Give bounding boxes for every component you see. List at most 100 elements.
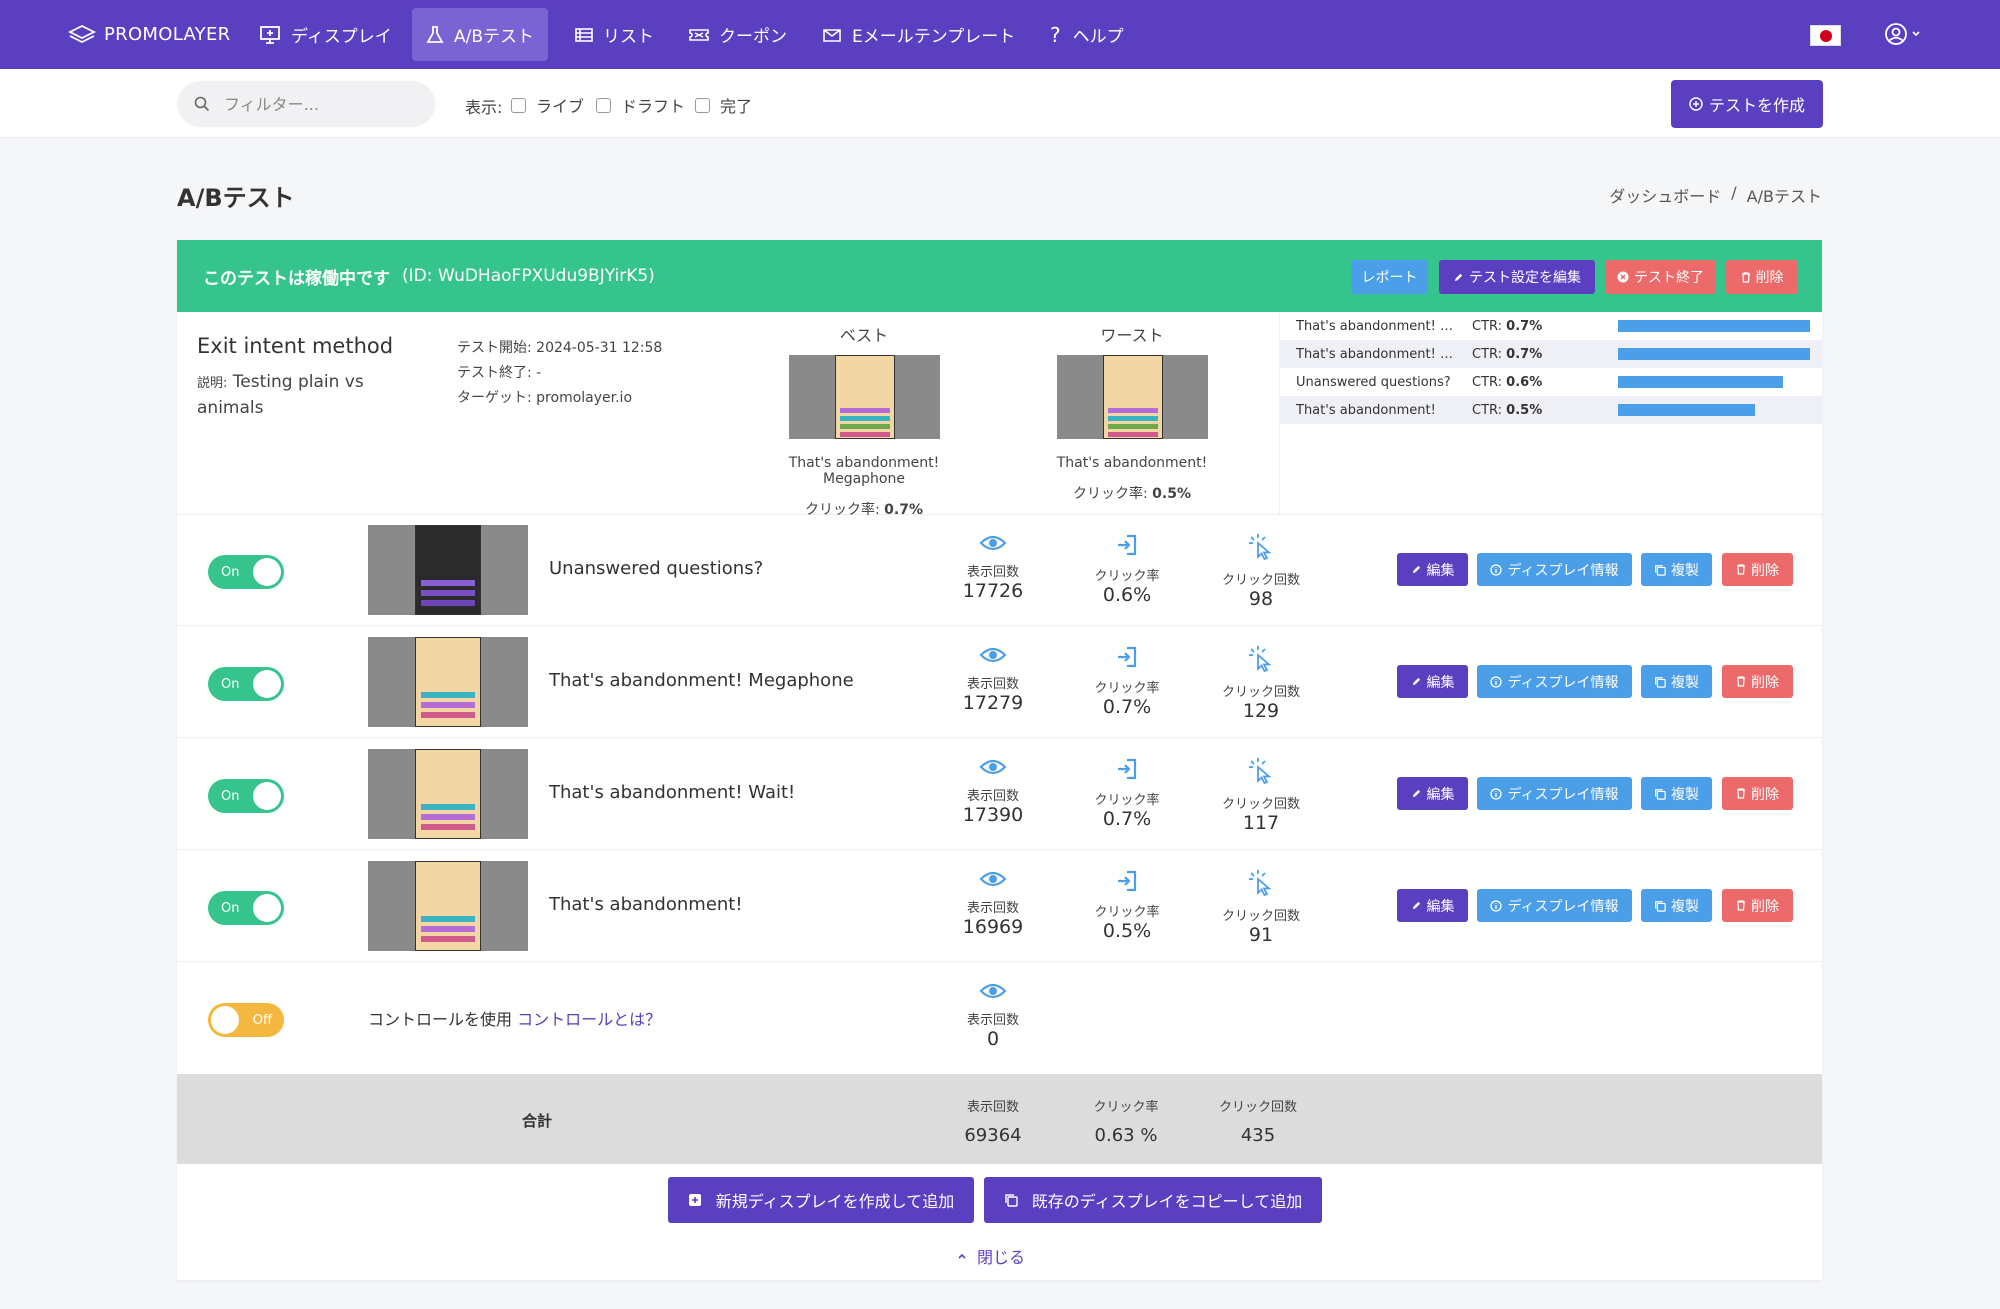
user-menu[interactable] — [1884, 22, 1921, 46]
ctr-row-value: CTR: 0.6% — [1472, 375, 1542, 390]
delete-variant-button[interactable]: 削除 — [1722, 665, 1793, 698]
nav-item-help[interactable]: ? ヘルプ — [1036, 8, 1138, 61]
variant-toggle[interactable]: On — [208, 779, 284, 813]
variant-thumbnail[interactable] — [368, 861, 528, 951]
variant-clicks-stat: クリック回数 98 — [1201, 533, 1321, 610]
collapse-button[interactable]: 閉じる — [957, 1244, 1025, 1268]
create-test-button[interactable]: テストを作成 — [1671, 80, 1823, 128]
display-info-button[interactable]: ディスプレイ情報 — [1477, 777, 1632, 810]
variant-ctr-stat: クリック率 0.5% — [1067, 869, 1187, 942]
nav-item-list[interactable]: リスト — [561, 8, 668, 61]
nav-item-ab-test[interactable]: A/Bテスト — [412, 8, 549, 61]
what-is-control-link[interactable]: コントロールとは？ — [517, 1010, 661, 1029]
filter-bar: 表示: ライブ ドラフト 完了 テストを作成 — [0, 69, 2000, 138]
end-test-button[interactable]: テスト終了 — [1605, 260, 1716, 294]
breadcrumb-dashboard[interactable]: ダッシュボード — [1609, 183, 1721, 207]
copy-icon — [1005, 1194, 1018, 1207]
worst-variant: ワースト That's abandonment! クリック率: 0.5% — [1022, 322, 1242, 503]
ctr-row-value: CTR: 0.5% — [1472, 403, 1542, 418]
ctr-row: Unanswered questions? CTR: 0.6% — [1280, 368, 1823, 396]
delete-variant-button[interactable]: 削除 — [1722, 553, 1793, 586]
add-new-display-button[interactable]: 新規ディスプレイを作成して追加 — [668, 1177, 974, 1223]
trash-icon — [1741, 271, 1750, 283]
popup-preview — [415, 861, 481, 951]
edit-variant-button[interactable]: 編集 — [1397, 553, 1468, 586]
variant-thumbnail[interactable] — [368, 749, 528, 839]
duplicate-variant-button[interactable]: 複製 — [1641, 889, 1712, 922]
duplicate-variant-button[interactable]: 複製 — [1641, 665, 1712, 698]
copy-existing-display-label: 既存のディスプレイをコピーして追加 — [1031, 1192, 1303, 1211]
breadcrumb: ダッシュボード / A/Bテスト — [1609, 183, 1822, 207]
nav-label: クーポン — [719, 27, 787, 47]
ctr-value: 0.6% — [1506, 375, 1543, 390]
display-info-button[interactable]: ディスプレイ情報 — [1477, 553, 1632, 586]
top-navbar: PROMOLAYER ディスプレイ A/Bテスト リスト クーポン Eメールテン… — [0, 0, 2000, 69]
ctr-bar-track — [1618, 376, 1810, 388]
control-text: コントロールを使用 コントロールとは？ — [368, 1006, 661, 1030]
nav-item-coupon[interactable]: クーポン — [675, 8, 801, 61]
preview-bar — [421, 590, 475, 596]
pencil-icon — [1412, 901, 1420, 910]
control-toggle[interactable]: Off — [208, 1003, 284, 1037]
duplicate-variant-button[interactable]: 複製 — [1641, 777, 1712, 810]
toggle-label: On — [221, 901, 240, 916]
edit-variant-button[interactable]: 編集 — [1397, 665, 1468, 698]
variant-thumbnail[interactable] — [368, 637, 528, 727]
toggle-label: On — [221, 677, 240, 692]
checkbox-live[interactable]: ライブ — [511, 93, 584, 117]
add-new-display-label: 新規ディスプレイを作成して追加 — [715, 1192, 955, 1211]
checkbox-box[interactable] — [695, 97, 710, 113]
button-label: ディスプレイ情報 — [1507, 786, 1619, 803]
variant-toggle[interactable]: On — [208, 667, 284, 701]
ctr-label: クリック率: — [1073, 486, 1148, 502]
nav-item-email-template[interactable]: Eメールテンプレート — [808, 8, 1029, 61]
test-id: (ID: WuDHaoFPXUdu9BJYirK5) — [402, 266, 655, 286]
test-summary: Exit intent method 説明: Testing plain vs … — [177, 312, 1823, 518]
copy-existing-display-button[interactable]: 既存のディスプレイをコピーして追加 — [984, 1177, 1322, 1223]
language-flag-japan[interactable] — [1810, 25, 1841, 46]
nav-label: A/Bテスト — [454, 27, 535, 47]
delete-variant-button[interactable]: 削除 — [1722, 889, 1793, 922]
display-info-button[interactable]: ディスプレイ情報 — [1477, 665, 1632, 698]
nav-item-display[interactable]: ディスプレイ — [245, 8, 406, 61]
edit-variant-button[interactable]: 編集 — [1397, 777, 1468, 810]
checkbox-completed[interactable]: 完了 — [695, 93, 752, 117]
info-circle-icon — [1490, 899, 1503, 912]
duplicate-variant-button[interactable]: 複製 — [1641, 553, 1712, 586]
preview-bar — [421, 824, 475, 830]
search-input[interactable] — [224, 94, 414, 114]
preview-bar — [421, 712, 475, 718]
display-info-button[interactable]: ディスプレイ情報 — [1477, 889, 1632, 922]
ctr-bar — [1618, 320, 1810, 332]
create-test-label: テストを作成 — [1708, 96, 1805, 115]
delete-test-button[interactable]: 削除 — [1726, 260, 1798, 294]
edit-test-settings-button[interactable]: テスト設定を編集 — [1439, 260, 1595, 294]
total-ctr: クリック率 0.63 % — [1066, 1096, 1186, 1146]
brand-logo[interactable]: PROMOLAYER — [68, 0, 230, 69]
list-icon — [575, 27, 593, 42]
variant-thumbnail[interactable] — [368, 525, 528, 615]
search-box[interactable] — [177, 81, 435, 127]
toggle-knob — [253, 558, 281, 586]
variant-ctr-stat: クリック率 0.7% — [1067, 757, 1187, 830]
checkbox-draft[interactable]: ドラフト — [596, 93, 685, 117]
edit-variant-button[interactable]: 編集 — [1397, 889, 1468, 922]
stat-value: 16969 — [962, 916, 1024, 938]
variant-toggle[interactable]: On — [208, 555, 284, 589]
stat-value: 17390 — [962, 804, 1024, 826]
worst-variant-ctr: クリック率: 0.5% — [1022, 483, 1242, 503]
x-circle-icon — [1617, 271, 1629, 283]
stat-label: クリック回数 — [1221, 685, 1300, 700]
show-filter-label: 表示: — [465, 98, 503, 117]
preview-bar — [839, 424, 890, 429]
variant-toggle[interactable]: On — [208, 891, 284, 925]
checkbox-box[interactable] — [511, 97, 526, 113]
collapse-label: 閉じる — [977, 1248, 1026, 1267]
checkbox-box[interactable] — [596, 97, 611, 113]
stat-label: クリック率 — [1094, 905, 1160, 920]
delete-variant-button[interactable]: 削除 — [1722, 777, 1793, 810]
report-button[interactable]: レポート — [1351, 260, 1428, 294]
nav-label: ディスプレイ — [291, 27, 392, 47]
test-end: テスト終了: - — [457, 365, 542, 381]
flask-icon — [426, 25, 444, 43]
